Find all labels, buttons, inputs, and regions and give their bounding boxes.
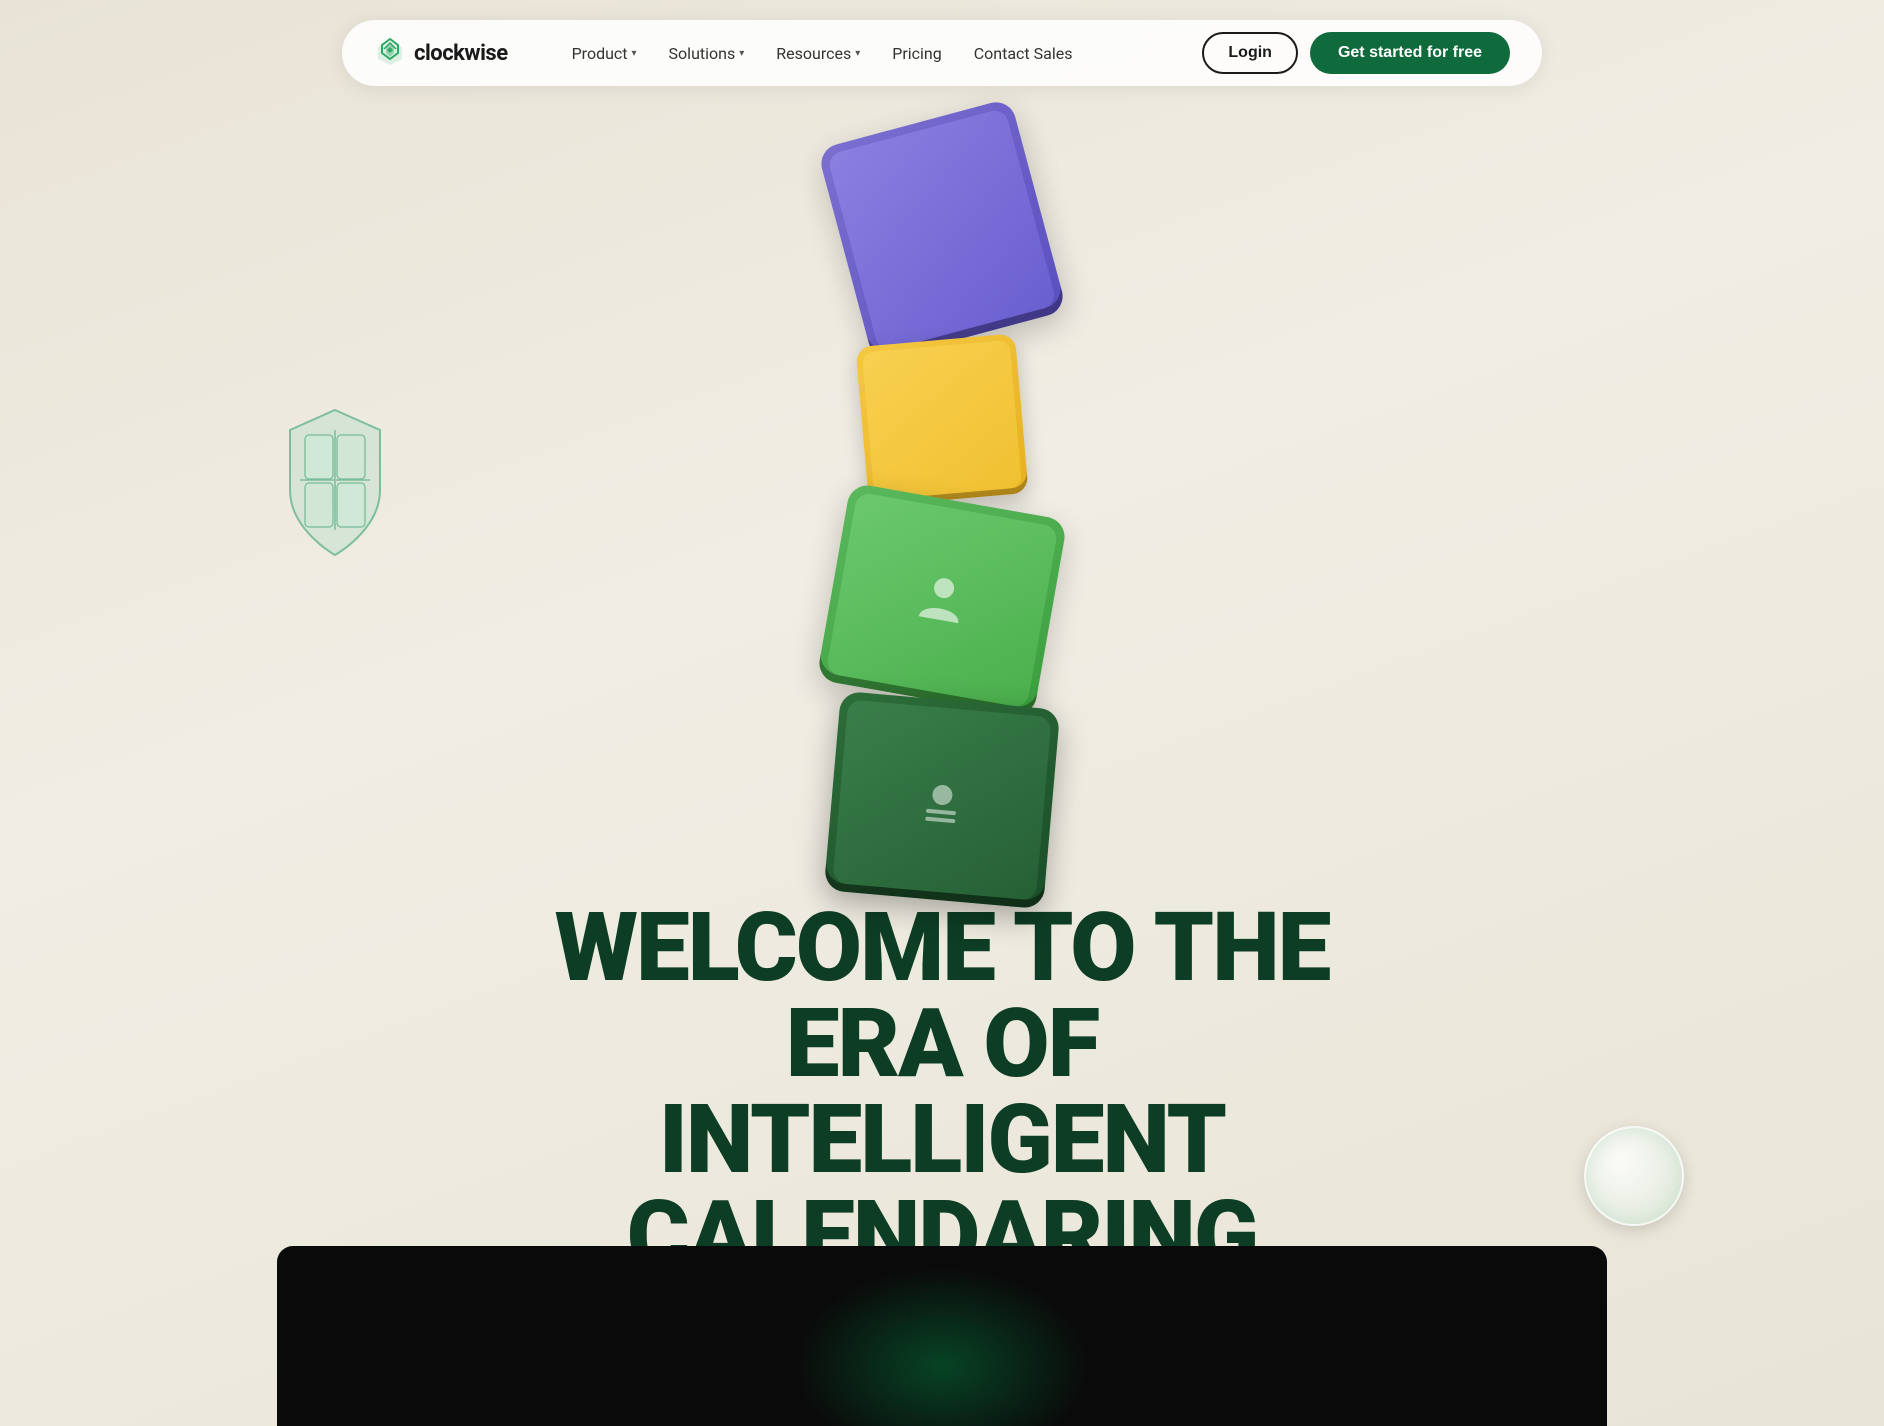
hero-section: WELCOME TO THE ERA OF INTELLIGENT CALEND… <box>0 0 1884 1426</box>
glass-orb-decoration <box>1584 1126 1684 1226</box>
green-large-keycap-decoration <box>816 482 1067 717</box>
product-chevron-icon: ▾ <box>632 48 637 59</box>
hero-title: WELCOME TO THE ERA OF INTELLIGENT CALEND… <box>492 900 1392 1284</box>
logo[interactable]: clockwise <box>374 37 508 69</box>
solutions-chevron-icon: ▾ <box>739 48 744 59</box>
yellow-keycap-decoration <box>855 333 1028 506</box>
nav-contact-sales[interactable]: Contact Sales <box>960 36 1087 71</box>
nav-actions: Login Get started for free <box>1202 32 1510 74</box>
resources-chevron-icon: ▾ <box>855 48 860 59</box>
shield-decoration <box>270 400 400 560</box>
logo-text: clockwise <box>414 41 508 66</box>
navbar: clockwise Product ▾ Solutions ▾ Resource… <box>342 20 1542 86</box>
login-button[interactable]: Login <box>1202 32 1298 74</box>
nav-product[interactable]: Product ▾ <box>558 36 651 71</box>
dark-green-keycap-decoration <box>824 691 1061 909</box>
bottom-preview-section <box>277 1246 1607 1426</box>
logo-icon <box>374 37 406 69</box>
bottom-glow-decoration <box>792 1266 1092 1426</box>
nav-solutions[interactable]: Solutions ▾ <box>655 36 759 71</box>
nav-links: Product ▾ Solutions ▾ Resources ▾ Pricin… <box>558 36 1163 71</box>
purple-keycap-decoration <box>817 98 1067 362</box>
nav-pricing[interactable]: Pricing <box>878 36 956 71</box>
get-started-button[interactable]: Get started for free <box>1310 32 1510 74</box>
nav-resources[interactable]: Resources ▾ <box>762 36 874 71</box>
